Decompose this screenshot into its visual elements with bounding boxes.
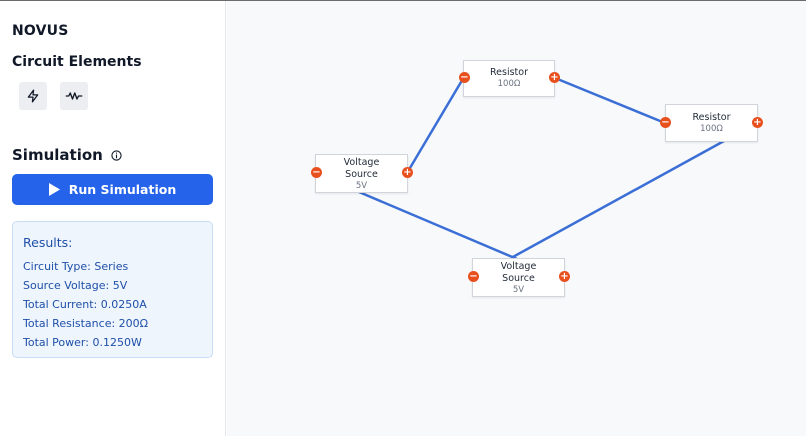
positive-port[interactable]: + [559,271,570,282]
wire [358,190,518,261]
results-title: Results: [23,235,73,250]
brand-logo: NOVUS [12,23,69,39]
wire [405,76,466,174]
negative-port[interactable]: − [660,117,671,128]
result-circuit-type: Circuit Type: Series [23,260,129,273]
positive-port[interactable]: + [549,72,560,83]
voltage-source-icon [27,89,39,103]
node-value: 100Ω [497,79,521,89]
resistor-icon [65,92,83,100]
node-label: Resistor [692,112,731,123]
run-simulation-label: Run Simulation [68,182,177,197]
resistor-node[interactable]: Resistor 100Ω [665,104,758,142]
play-icon [48,183,60,196]
result-total-current: Total Current: 0.0250A [23,298,147,311]
circuit-canvas[interactable]: Resistor 100Ω − + Resistor 100Ω − + Volt… [227,1,806,436]
node-value: 5V [512,285,525,295]
add-voltage-source-button[interactable] [19,82,47,110]
voltage-source-node[interactable]: Voltage Source 5V [315,154,408,193]
positive-port[interactable]: + [402,167,413,178]
add-resistor-button[interactable] [60,82,88,110]
node-value: 5V [355,181,368,191]
negative-port[interactable]: − [311,167,322,178]
circuit-elements-title: Circuit Elements [12,54,142,70]
simulation-title-label: Simulation [12,146,103,164]
info-icon[interactable] [111,149,122,161]
simulation-title: Simulation [12,146,122,164]
run-simulation-button[interactable]: Run Simulation [12,174,213,205]
node-value: 100Ω [700,124,723,134]
negative-port[interactable]: − [459,72,470,83]
node-label: Voltage Source [500,261,537,284]
node-label: Resistor [490,67,528,78]
result-total-resistance: Total Resistance: 200Ω [23,317,149,330]
sidebar: NOVUS Circuit Elements Simulation Run Si… [0,1,226,436]
negative-port[interactable]: − [468,271,479,282]
result-source-voltage: Source Voltage: 5V [23,279,128,292]
results-panel: Results: Circuit Type: Series Source Vol… [12,221,213,358]
voltage-source-node[interactable]: Voltage Source 5V [472,258,565,297]
wire [554,76,666,125]
node-label: Voltage Source [343,157,380,180]
resistor-node[interactable]: Resistor 100Ω [463,60,555,97]
result-total-power: Total Power: 0.1250W [23,336,142,349]
wire [510,139,725,260]
positive-port[interactable]: + [752,117,763,128]
